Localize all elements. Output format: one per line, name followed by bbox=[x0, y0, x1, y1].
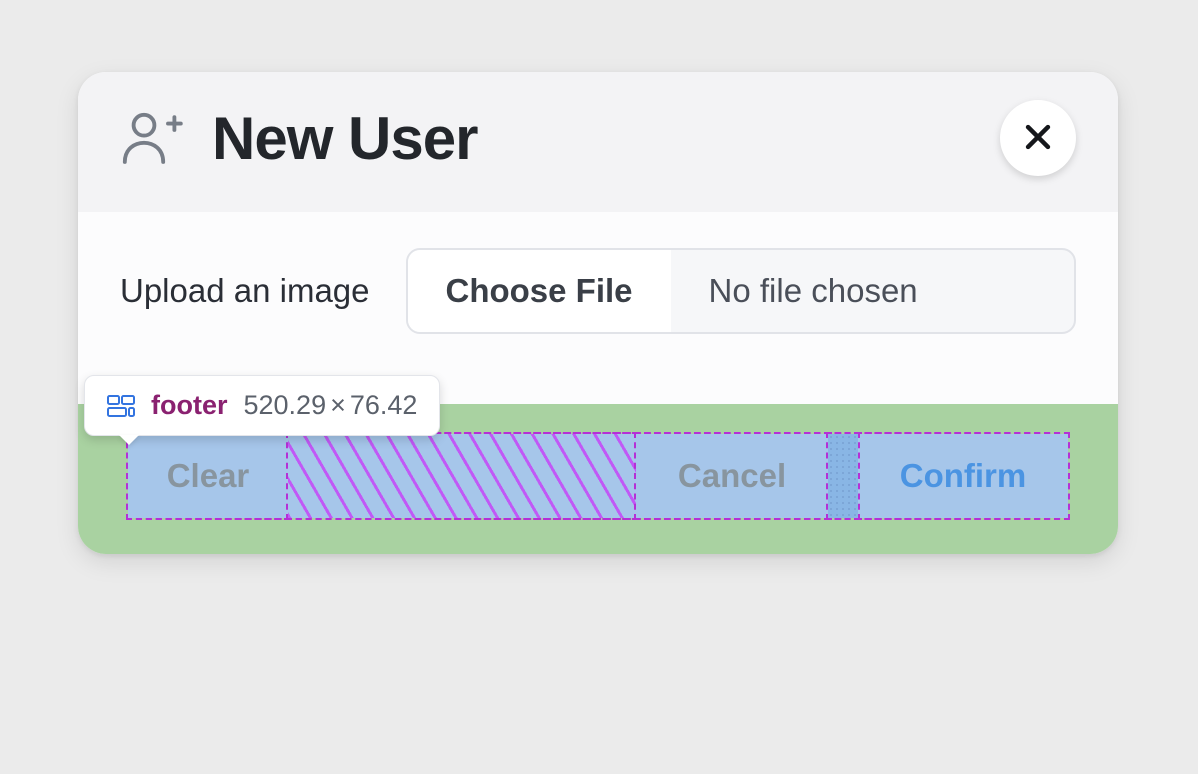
flex-layout-icon bbox=[107, 395, 135, 417]
file-picker: Choose File No file chosen bbox=[406, 248, 1077, 334]
close-button[interactable] bbox=[1000, 100, 1076, 176]
footer-flex-container: Clear Cancel Confirm bbox=[128, 434, 1068, 518]
flex-gap bbox=[828, 434, 858, 518]
inspect-height: 76.42 bbox=[350, 390, 418, 420]
inspect-sep: × bbox=[326, 390, 350, 420]
confirm-button-label: Confirm bbox=[900, 457, 1027, 495]
user-plus-icon bbox=[120, 109, 184, 167]
file-status: No file chosen bbox=[671, 250, 1074, 332]
clear-button-label: Clear bbox=[167, 457, 250, 495]
confirm-button[interactable]: Confirm bbox=[858, 434, 1068, 518]
inspect-tag-name: footer bbox=[151, 390, 228, 421]
close-icon bbox=[1021, 120, 1055, 157]
cancel-button[interactable]: Cancel bbox=[636, 434, 828, 518]
inspect-width: 520.29 bbox=[244, 390, 327, 420]
choose-file-button[interactable]: Choose File bbox=[408, 250, 671, 332]
dialog-header: New User bbox=[78, 72, 1118, 212]
upload-label: Upload an image bbox=[120, 272, 370, 310]
inspect-dimensions: 520.29×76.42 bbox=[244, 390, 418, 421]
cancel-button-label: Cancel bbox=[678, 457, 786, 495]
dialog-title: New User bbox=[212, 104, 477, 173]
flex-free-space bbox=[288, 434, 636, 518]
devtools-inspect-tooltip: footer 520.29×76.42 bbox=[84, 375, 440, 436]
clear-button[interactable]: Clear bbox=[128, 434, 288, 518]
new-user-dialog: New User Upload an image Choose File No … bbox=[78, 72, 1118, 554]
